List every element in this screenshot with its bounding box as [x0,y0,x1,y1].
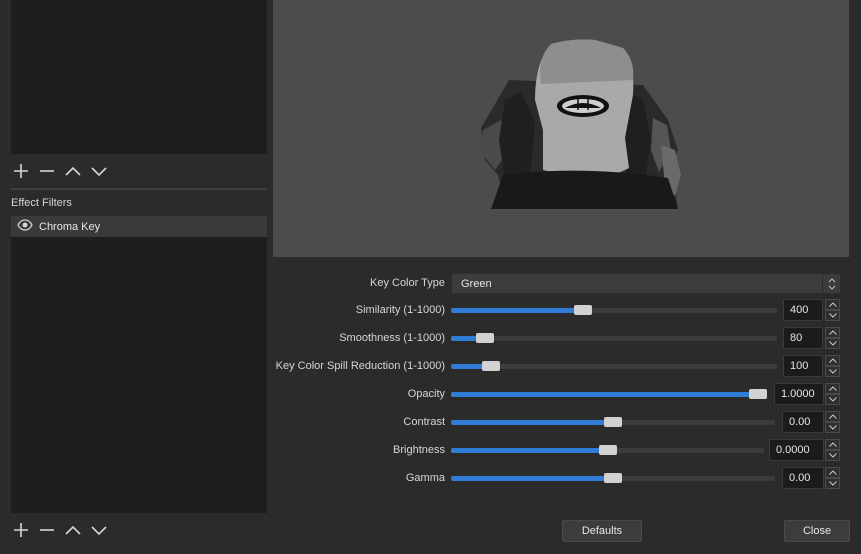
spill-reduction-label: Key Color Spill Reduction (1-1000) [275,360,445,372]
gamma-stepper [825,467,840,490]
contrast-label: Contrast [403,416,445,428]
brightness-input[interactable]: 0.0000 [769,439,824,461]
contrast-slider-fill [451,420,613,425]
chevron-down-icon[interactable] [825,450,840,461]
similarity-stepper [825,299,840,322]
move-filter-down-icon[interactable] [89,520,109,540]
filter-item-label: Chroma Key [39,220,101,233]
similarity-label: Similarity (1-1000) [355,304,445,316]
chevron-down-icon[interactable] [825,338,840,349]
spill-reduction-slider-handle[interactable] [481,361,500,371]
gamma-slider-handle[interactable] [604,473,622,483]
close-button[interactable]: Close [784,520,850,542]
smoothness-row: Smoothness (1-1000) 80 [273,327,861,351]
opacity-row: Opacity 1.0000 [273,383,861,407]
filters-toolbar [11,519,109,541]
add-icon[interactable] [11,161,31,181]
key-color-type-label: Key Color Type [369,277,445,289]
brightness-label: Brightness [393,444,445,456]
select-arrows-icon [822,274,840,293]
contrast-row: Contrast 0.00 [273,411,861,435]
smoothness-slider[interactable] [451,333,777,343]
add-filter-icon[interactable] [11,520,31,540]
chevron-up-icon[interactable] [825,411,840,422]
contrast-slider-handle[interactable] [604,417,622,427]
chevron-up-icon[interactable] [825,299,840,310]
smoothness-stepper [825,327,840,350]
similarity-slider-fill [451,308,584,313]
eye-icon[interactable] [17,219,33,234]
filter-item-chroma-key[interactable]: Chroma Key [11,216,267,237]
preview-canvas [273,0,849,257]
panel-divider[interactable] [11,188,267,190]
gamma-slider-fill [451,476,613,481]
opacity-input[interactable]: 1.0000 [774,383,824,405]
gamma-label: Gamma [405,472,445,484]
key-color-type-row: Key Color Type Green [273,272,861,296]
smoothness-input[interactable]: 80 [783,327,823,349]
spill-reduction-row: Key Color Spill Reduction (1-1000) 100 [273,355,861,379]
brightness-slider-fill [451,448,608,453]
chevron-down-icon[interactable] [825,310,840,321]
chevron-down-icon[interactable] [825,366,840,377]
gamma-input[interactable]: 0.00 [782,467,824,489]
chevron-down-icon[interactable] [825,394,840,405]
chevron-up-icon[interactable] [825,327,840,338]
chevron-up-icon[interactable] [825,467,840,478]
similarity-slider[interactable] [451,305,777,315]
remove-filter-icon[interactable] [37,520,57,540]
brightness-slider[interactable] [451,445,764,455]
spill-reduction-slider[interactable] [451,361,777,371]
key-color-type-value: Green [461,278,492,290]
contrast-stepper [825,411,840,434]
move-filter-up-icon[interactable] [63,520,83,540]
contrast-slider[interactable] [451,417,775,427]
sources-toolbar [11,160,109,182]
similarity-row: Similarity (1-1000) 400 [273,299,861,323]
effect-filters-list: Chroma Key [11,216,267,513]
keyed-chair-image [479,39,681,209]
similarity-slider-handle[interactable] [574,305,593,315]
brightness-row: Brightness 0.0000 [273,439,861,463]
gamma-slider[interactable] [451,473,775,483]
contrast-input[interactable]: 0.00 [782,411,824,433]
spill-reduction-input[interactable]: 100 [783,355,823,377]
chevron-down-icon[interactable] [825,422,840,433]
move-down-icon[interactable] [89,161,109,181]
gamma-row: Gamma 0.00 [273,467,861,491]
chevron-up-icon[interactable] [825,355,840,366]
opacity-label: Opacity [407,388,445,400]
defaults-button[interactable]: Defaults [562,520,642,542]
opacity-slider-fill [451,392,758,397]
filters-window: Effect Filters Chroma Key Key Color Type… [0,0,861,554]
smoothness-slider-handle[interactable] [475,333,494,343]
brightness-stepper [825,439,840,462]
chevron-up-icon[interactable] [825,383,840,394]
opacity-stepper [825,383,840,406]
brightness-slider-handle[interactable] [598,445,617,455]
smoothness-label: Smoothness (1-1000) [339,332,445,344]
remove-icon[interactable] [37,161,57,181]
opacity-slider[interactable] [451,389,767,399]
spill-reduction-stepper [825,355,840,378]
key-color-type-select[interactable]: Green [451,273,841,294]
filter-properties: Key Color Type Green Similarity (1-1000)… [273,264,861,514]
opacity-slider-handle[interactable] [749,389,767,399]
similarity-input[interactable]: 400 [783,299,823,321]
effect-filters-label: Effect Filters [11,197,72,209]
chevron-down-icon[interactable] [825,478,840,489]
sources-list[interactable] [11,0,267,154]
chevron-up-icon[interactable] [825,439,840,450]
move-up-icon[interactable] [63,161,83,181]
